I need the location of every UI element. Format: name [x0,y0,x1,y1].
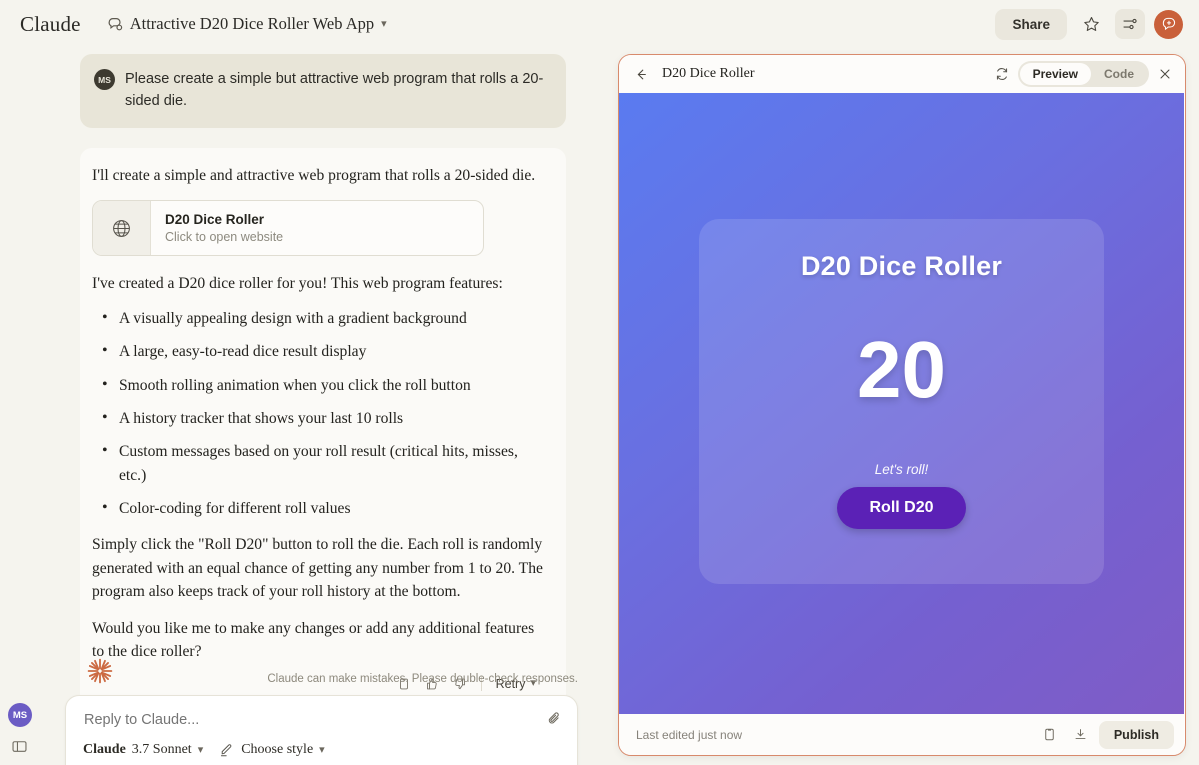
artifact-panel-actions: Preview Code [994,61,1173,87]
refresh-icon[interactable] [994,66,1010,82]
reply-input[interactable] [66,696,496,728]
copy-icon[interactable] [1037,722,1062,747]
star-icon[interactable] [1076,9,1106,39]
style-selector[interactable]: Choose style ▾ [219,742,325,758]
composer-footer: Claude 3.7 Sonnet ▾ Choose style ▾ [66,729,577,758]
assistant-usage: Simply click the "Roll D20" button to ro… [92,536,543,601]
conversation-icon [107,16,123,32]
conversation-title: Attractive D20 Dice Roller Web App [129,14,375,33]
assistant-message: I'll create a simple and attractive web … [80,147,566,713]
artifact-panel: D20 Dice Roller Preview Code D20 Dice Ro… [618,54,1186,756]
chevron-down-icon: ▾ [197,743,204,756]
dice-roller-card: D20 Dice Roller 20 Let's roll! Roll D20 [699,219,1104,584]
assistant-intro: I'll create a simple and attractive web … [92,166,536,184]
chevron-down-icon: ▾ [381,17,387,30]
list-item: Color-coding for different roll values [92,496,544,520]
dice-result-message: Let's roll! [874,462,929,477]
close-icon[interactable] [1157,66,1173,82]
preview-code-toggle: Preview Code [1017,61,1149,87]
list-item: A large, easy-to-read dice result displa… [92,339,544,363]
artifact-preview-canvas: D20 Dice Roller 20 Let's roll! Roll D20 [619,93,1184,716]
assistant-closing: Would you like me to make any changes or… [92,619,535,661]
artifact-panel-header: D20 Dice Roller Preview Code [619,55,1185,93]
roll-d20-button[interactable]: Roll D20 [837,487,966,529]
globe-icon [93,201,151,256]
message-composer: Claude 3.7 Sonnet ▾ Choose style ▾ [65,695,578,765]
artifact-card-subtitle: Click to open website [165,230,284,245]
list-item: Smooth rolling animation when you click … [92,372,544,396]
artifact-card-body: D20 Dice Roller Click to open website [151,201,297,255]
account-avatar[interactable] [1154,9,1183,39]
tab-preview[interactable]: Preview [1019,63,1091,85]
artifact-footer-actions: Publish [1037,720,1174,749]
share-button[interactable]: Share [995,8,1067,40]
assistant-feature-list: A visually appealing design with a gradi… [92,306,544,521]
chevron-down-icon: ▾ [319,743,325,756]
tab-code[interactable]: Code [1091,63,1147,85]
download-icon[interactable] [1068,722,1093,747]
claude-app-window: Claude Attractive D20 Dice Roller Web Ap… [0,0,1199,765]
dice-result-value: 20 [857,325,946,414]
conversation-title-menu[interactable]: Attractive D20 Dice Roller Web App ▾ [107,14,387,34]
user-message: MS Please create a simple but attractive… [80,54,566,128]
artifact-panel-title: D20 Dice Roller [662,66,755,81]
assistant-features-intro: I've created a D20 dice roller for you! … [92,275,503,293]
model-selector[interactable]: Claude 3.7 Sonnet ▾ [83,742,203,758]
sliders-icon[interactable] [1115,9,1145,39]
safety-disclaimer: Claude can make mistakes. Please double-… [267,673,578,685]
style-pen-icon [219,742,235,758]
artifact-card-title: D20 Dice Roller [165,212,265,228]
user-message-text: Please create a simple but attractive we… [125,71,544,110]
list-item: A visually appealing design with a gradi… [92,306,544,330]
artifact-panel-footer: Last edited just now Publish [619,714,1184,755]
paperclip-icon[interactable] [546,710,563,727]
style-label: Choose style [241,742,314,757]
brand-logo: Claude [20,11,81,36]
back-arrow-icon[interactable] [633,66,650,83]
last-edited-status: Last edited just now [636,727,743,742]
dice-app-title: D20 Dice Roller [800,251,1003,281]
model-prefix: Claude [83,742,126,757]
top-bar: Claude Attractive D20 Dice Roller Web Ap… [0,0,1199,48]
list-item: A history tracker that shows your last 1… [92,406,544,430]
user-message-avatar: MS [94,69,115,90]
top-bar-actions: Share [995,8,1185,40]
publish-button[interactable]: Publish [1098,720,1174,749]
artifact-preview-card[interactable]: D20 Dice Roller Click to open website [92,200,484,257]
list-item: Custom messages based on your roll resul… [92,439,544,487]
model-name: 3.7 Sonnet [131,742,192,757]
